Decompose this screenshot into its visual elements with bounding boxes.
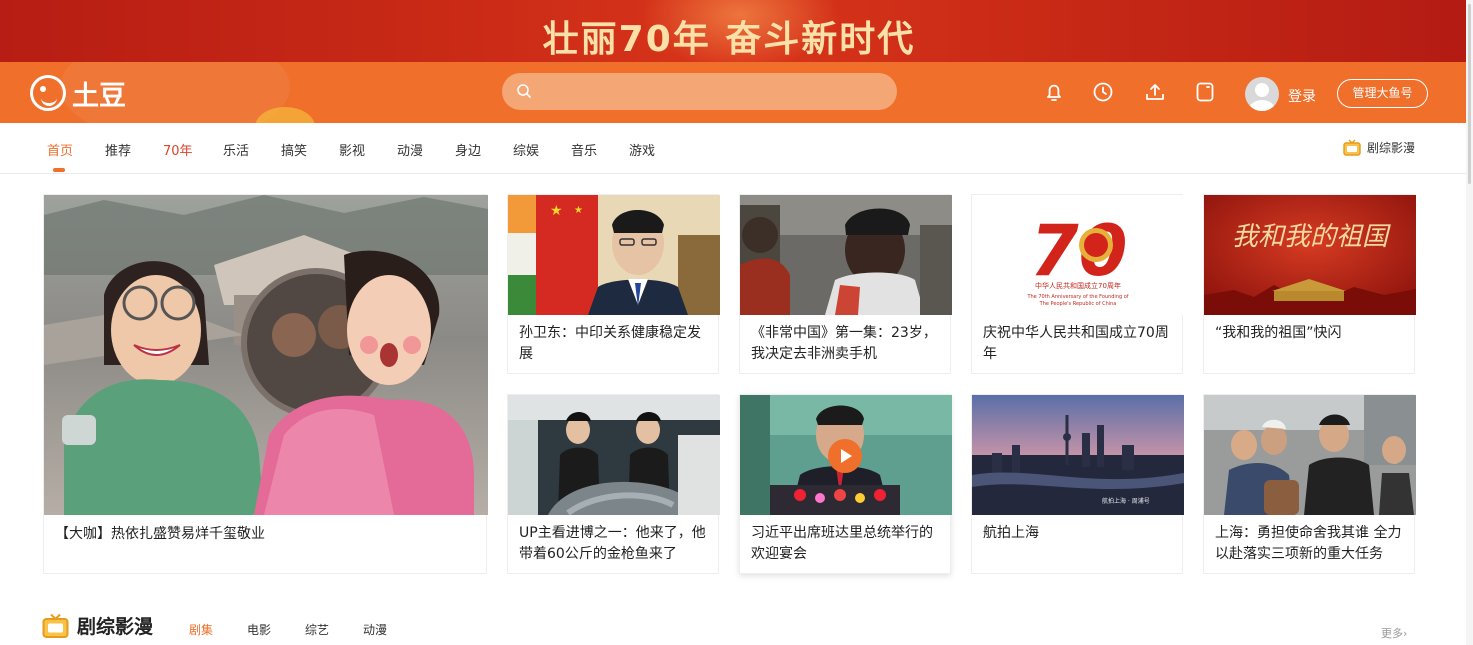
video-card[interactable]: 《非常中国》第一集：23岁，我决定去非洲卖手机 bbox=[739, 194, 952, 374]
nav-item-games[interactable]: 游戏 bbox=[629, 140, 655, 159]
video-card[interactable]: 我和我的祖国 “我和我的祖国”快闪 bbox=[1203, 194, 1416, 374]
section-header: 剧综影漫 bbox=[42, 612, 153, 639]
banner-title: 壮丽70年 奋斗新时代 bbox=[542, 19, 916, 60]
video-card-hovered[interactable]: 习近平出席班达里总统举行的欢迎宴会 bbox=[739, 394, 952, 574]
thumb-watermark: 航拍上海 · 周浦号 bbox=[1102, 497, 1150, 505]
video-caption[interactable]: 孙卫东：中印关系健康稳定发展 bbox=[519, 323, 713, 365]
nav-item-life[interactable]: 乐活 bbox=[223, 140, 249, 159]
video-card[interactable]: 上海：勇担使命舍我其谁 全力以赴落实三项新的重大任务 bbox=[1203, 394, 1416, 574]
tv-icon bbox=[1343, 139, 1361, 156]
video-caption[interactable]: “我和我的祖国”快闪 bbox=[1215, 323, 1409, 344]
more-label: 更多 bbox=[1381, 627, 1403, 640]
avatar[interactable] bbox=[1245, 77, 1279, 111]
section-tab-variety[interactable]: 综艺 bbox=[305, 621, 329, 638]
nav-item-anime[interactable]: 动漫 bbox=[397, 140, 423, 159]
phone-icon[interactable] bbox=[1193, 80, 1217, 104]
video-caption[interactable]: 《非常中国》第一集：23岁，我决定去非洲卖手机 bbox=[751, 323, 945, 365]
nav-item-film[interactable]: 影视 bbox=[339, 140, 365, 159]
section-tab-series[interactable]: 剧集 bbox=[189, 621, 213, 638]
section-tab-anime[interactable]: 动漫 bbox=[363, 621, 387, 638]
nav-item-70[interactable]: 70年 bbox=[163, 140, 193, 159]
clock-icon[interactable] bbox=[1091, 80, 1115, 104]
nav-item-recommend[interactable]: 推荐 bbox=[105, 140, 131, 159]
top-banner[interactable]: 壮丽70年 奋斗新时代 bbox=[0, 0, 1473, 62]
anniversary-en-2: The People's Republic of China bbox=[1039, 301, 1117, 307]
tv-icon bbox=[42, 613, 69, 638]
video-card[interactable]: ★ ★ 孙卫东：中印关系健康稳定发展 bbox=[507, 194, 720, 374]
section-tab-movies[interactable]: 电影 bbox=[247, 621, 271, 638]
video-card[interactable]: 航拍上海 · 周浦号 航拍上海 bbox=[971, 394, 1184, 574]
video-thumbnail bbox=[1204, 395, 1416, 515]
anniversary-subtitle: 中华人民共和国成立70周年 bbox=[1035, 281, 1121, 290]
video-card[interactable]: 70 中华人民共和国成立70周年 The 70th Anniversary of… bbox=[971, 194, 1184, 374]
svg-text:★: ★ bbox=[574, 205, 583, 216]
feature-thumbnail bbox=[44, 195, 488, 515]
video-thumbnail: ★ ★ bbox=[508, 195, 720, 315]
section-title: 剧综影漫 bbox=[77, 616, 154, 638]
search-icon bbox=[517, 84, 531, 98]
video-thumbnail: 航拍上海 · 周浦号 bbox=[972, 395, 1184, 515]
video-caption[interactable]: 习近平出席班达里总统举行的欢迎宴会 bbox=[751, 523, 945, 565]
video-caption[interactable]: 上海：勇担使命舍我其谁 全力以赴落实三项新的重大任务 bbox=[1215, 523, 1409, 565]
play-icon[interactable] bbox=[828, 439, 862, 473]
thumb-title: 我和我的祖国 bbox=[1232, 222, 1391, 252]
search-input[interactable] bbox=[542, 73, 882, 110]
user-icon bbox=[1249, 83, 1275, 111]
logo-face-icon bbox=[30, 75, 66, 111]
chevron-right-icon: › bbox=[1403, 627, 1408, 640]
feature-video-card[interactable]: 【大咖】热依扎盛赞易烊千玺敬业 bbox=[43, 194, 488, 574]
nav-item-home[interactable]: 首页 bbox=[47, 140, 73, 159]
manage-account-button[interactable]: 管理大鱼号 bbox=[1337, 79, 1428, 108]
logo-text: 土豆 bbox=[72, 80, 126, 112]
video-caption[interactable]: 庆祝中华人民共和国成立70周年 bbox=[983, 323, 1177, 365]
upload-icon[interactable] bbox=[1143, 80, 1167, 104]
more-link[interactable]: 更多› bbox=[1381, 625, 1407, 641]
search-box[interactable] bbox=[502, 73, 897, 110]
login-link[interactable]: 登录 bbox=[1288, 86, 1316, 106]
video-caption[interactable]: UP主看进博之一：他来了，他带着60公斤的金枪鱼来了 bbox=[519, 523, 713, 565]
bell-icon[interactable] bbox=[1042, 80, 1066, 104]
category-nav: 首页 推荐 70年 乐活 搞笑 影视 动漫 身边 综娱 音乐 游戏 剧综影漫 bbox=[0, 123, 1473, 174]
nav-item-music[interactable]: 音乐 bbox=[571, 140, 597, 159]
feature-caption[interactable]: 【大咖】热依扎盛赞易烊千玺敬业 bbox=[55, 524, 475, 545]
anniversary-en-1: The 70th Anniversary of the Founding of bbox=[1026, 294, 1128, 300]
video-thumbnail: 我和我的祖国 bbox=[1204, 195, 1416, 315]
scrollbar-thumb[interactable] bbox=[1468, 4, 1471, 184]
video-caption[interactable]: 航拍上海 bbox=[983, 523, 1177, 544]
video-thumbnail bbox=[740, 195, 952, 315]
logo[interactable]: 土豆 bbox=[30, 74, 126, 112]
nav-shows-label: 剧综影漫 bbox=[1367, 141, 1416, 155]
nav-active-indicator bbox=[53, 168, 65, 172]
svg-text:★: ★ bbox=[550, 203, 563, 219]
anniversary-number: 70 bbox=[1030, 210, 1127, 292]
video-card[interactable]: UP主看进博之一：他来了，他带着60公斤的金枪鱼来了 bbox=[507, 394, 720, 574]
nav-item-nearby[interactable]: 身边 bbox=[455, 140, 481, 159]
nav-item-funny[interactable]: 搞笑 bbox=[281, 140, 307, 159]
nav-shows-link[interactable]: 剧综影漫 bbox=[1343, 139, 1415, 156]
video-thumbnail bbox=[508, 395, 720, 515]
video-thumbnail: 70 中华人民共和国成立70周年 The 70th Anniversary of… bbox=[972, 195, 1184, 315]
nav-item-variety[interactable]: 综娱 bbox=[513, 140, 539, 159]
